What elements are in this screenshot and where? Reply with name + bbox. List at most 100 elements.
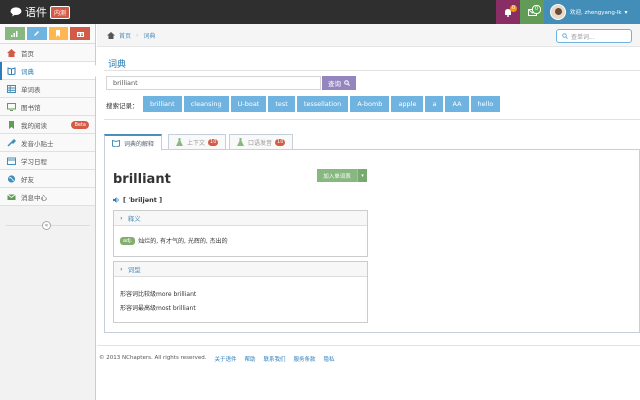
search-icon [562, 33, 568, 39]
calendar-icon [7, 157, 16, 165]
footer-link-help[interactable]: 帮助 [245, 355, 256, 363]
divider [104, 70, 640, 71]
sidebar-item-label: 我的阅读 [21, 121, 47, 130]
copyright: © 2013 NChapters. All rights reserved. [99, 355, 207, 361]
breadcrumb-current: 词典 [143, 32, 156, 40]
nav-search-input[interactable]: 查单词... [556, 29, 632, 43]
footer-link-about[interactable]: 关于语件 [214, 355, 236, 363]
history-tag[interactable]: hello [470, 96, 501, 112]
search-button[interactable]: 查询 [322, 76, 356, 90]
tab-label: 口语发音 [248, 139, 273, 147]
bookmark-icon [9, 120, 14, 129]
messages-count: 0 [531, 5, 541, 14]
sidebar-item-wordlist[interactable]: 单词表 [0, 80, 95, 98]
sidebar-item-library[interactable]: 图书馆 [0, 98, 95, 116]
footer-link-terms[interactable]: 服务条款 [294, 355, 316, 363]
caret-down-icon[interactable]: ▾ [357, 169, 367, 182]
breadcrumb-home[interactable]: 首页 [119, 31, 131, 40]
history-tag[interactable]: a [425, 96, 444, 112]
add-to-wordlist-label[interactable]: 加入单词表 [317, 169, 357, 182]
definition-box: › 释义 adj. 灿烂的, 有才气的, 光辉的, 杰出的 [113, 210, 368, 257]
pencil-icon[interactable] [26, 27, 47, 40]
phonetic: [ ˈbriljənt ] [113, 196, 162, 204]
history-tag[interactable]: U-boat [230, 96, 267, 112]
divider [104, 119, 640, 120]
search-icon [344, 80, 350, 86]
word-search-input[interactable] [106, 76, 321, 90]
breadcrumb-separator: › [136, 31, 139, 39]
chevron-right-icon: › [120, 265, 123, 273]
sidebar-item-schedule[interactable]: 学习日程 [0, 152, 95, 170]
brand[interactable]: 语件 内测 [0, 4, 71, 20]
sidebar-shortcuts [0, 24, 95, 44]
brand-name: 语件 [25, 6, 47, 19]
sidebar-item-label: 词典 [21, 67, 34, 76]
flask-icon [237, 138, 244, 146]
footer-link-privacy[interactable]: 隐私 [324, 355, 335, 363]
sidebar-item-label: 图书馆 [21, 103, 41, 112]
definition-header-label: 释义 [127, 215, 141, 223]
definition-header[interactable]: › 释义 [114, 211, 367, 226]
divider [97, 345, 640, 346]
avatar [550, 4, 566, 20]
history-tag[interactable]: apple [391, 96, 424, 112]
tab-context[interactable]: 上下文 10 [168, 134, 227, 150]
word-forms-header-label: 词型 [127, 266, 141, 274]
globe-icon [7, 174, 16, 183]
history-tag[interactable]: brilliant [143, 96, 182, 112]
notifications-count: 0 [509, 5, 517, 12]
signal-icon[interactable] [5, 27, 25, 40]
sidebar-item-label: 发音小贴士 [21, 139, 54, 148]
caret-down-icon: ▾ [624, 8, 628, 16]
history-tag[interactable]: cleansing [183, 96, 229, 112]
history-tag[interactable]: tessellation [296, 96, 349, 112]
tab-label: 上下文 [187, 139, 206, 147]
page-title: 词典 [108, 60, 127, 70]
nav-search-placeholder: 查单词... [571, 33, 595, 41]
history-tag[interactable]: A-bomb [350, 96, 390, 112]
comparative-form: 形容词比较级more brilliant [120, 291, 197, 298]
beta-badge: 内测 [50, 5, 71, 19]
sidebar-item-friends[interactable]: 好友 [0, 170, 95, 188]
sidebar-item-pronunciation-tips[interactable]: 发音小贴士 [0, 134, 95, 152]
sidebar-item-my-reading[interactable]: 我的阅读 Beta [0, 116, 95, 134]
search-history: brilliant cleansing U-boat test tessella… [143, 96, 501, 112]
wrench-icon [7, 138, 16, 147]
tab-badge: 10 [275, 138, 286, 146]
sidebar-item-label: 单词表 [21, 85, 41, 94]
beta-badge: Beta [71, 121, 89, 129]
sidebar-item-home[interactable]: 首页 [0, 44, 95, 62]
sidebar-item-messages[interactable]: 消息中心 [0, 188, 95, 206]
search-button-label: 查询 [328, 80, 341, 88]
history-tag[interactable]: test [268, 96, 295, 112]
phonetic-text: [ ˈbriljənt ] [123, 196, 163, 204]
gift-icon[interactable] [70, 27, 90, 40]
sidebar-collapse: « [0, 221, 96, 231]
bookmark-icon[interactable] [48, 27, 69, 40]
table-icon [7, 84, 16, 93]
messages-button[interactable]: 0 [520, 0, 544, 24]
tab-dictionary-definition[interactable]: 词典的解释 [104, 134, 163, 151]
definition-row: adj. 灿烂的, 有才气的, 光辉的, 杰出的 [120, 236, 228, 245]
part-of-speech-badge: adj. [120, 236, 136, 245]
word-forms-header[interactable]: › 词型 [114, 262, 367, 277]
double-angle-left-icon[interactable]: « [42, 221, 51, 230]
word-forms-box: › 词型 形容词比较级more brilliant 形容词最高级most bri… [113, 261, 368, 323]
user-menu[interactable]: 欢迎, zhengyang-lk ▾ [544, 0, 640, 24]
notifications-button[interactable]: 0 [496, 0, 520, 24]
superlative-form: 形容词最高级most brilliant [120, 305, 196, 312]
tab-pronunciation[interactable]: 口语发音 10 [229, 134, 294, 150]
volume-icon[interactable] [113, 197, 120, 203]
history-tag[interactable]: AA [445, 96, 469, 112]
chevron-right-icon: › [120, 214, 123, 222]
user-name: 欢迎, zhengyang-lk [570, 10, 622, 16]
definition-text: 灿烂的, 有才气的, 光辉的, 杰出的 [138, 238, 228, 245]
flask-icon [176, 138, 183, 146]
add-to-wordlist-button[interactable]: 加入单词表 ▾ [317, 169, 367, 182]
footer: © 2013 NChapters. All rights reserved. 关… [99, 355, 335, 363]
sidebar-item-label: 学习日程 [21, 157, 47, 166]
footer-link-contact[interactable]: 联系我们 [264, 355, 286, 363]
sidebar-item-dictionary[interactable]: 词典 [0, 62, 96, 80]
breadcrumb: 首页 › 词典 查单词... [97, 24, 640, 47]
sidebar-item-label: 好友 [21, 175, 34, 184]
